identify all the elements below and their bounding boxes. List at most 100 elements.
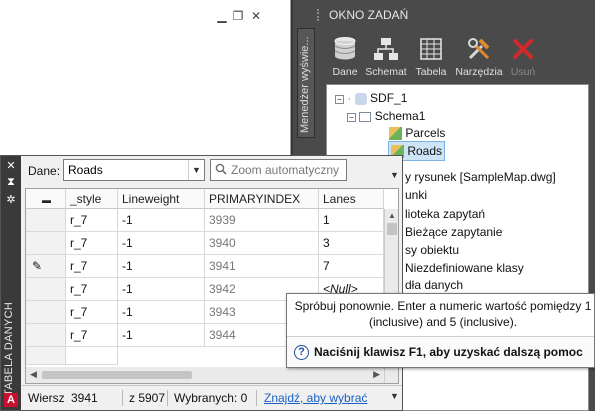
data-button-label: Dane (332, 66, 358, 78)
cell-style[interactable]: r_7 (66, 301, 118, 324)
cell-lanes[interactable]: 7 (319, 255, 384, 278)
find-to-select-link[interactable]: Znajdź, aby wybrać (264, 391, 367, 405)
tree-item-object-classes[interactable]: sy obiektu (405, 241, 459, 259)
cell-lineweight[interactable]: -1 (118, 278, 205, 301)
row-header[interactable] (26, 278, 66, 301)
tree-item-parcels[interactable]: Parcels (389, 124, 445, 142)
data-table-toolbar: Dane: Roads ▼ Zoom automatyczny ▼ (22, 156, 402, 186)
table-button[interactable]: Tabela (413, 36, 449, 78)
tree-item-drawing[interactable]: y rysunek [SampleMap.dwg] (405, 168, 556, 186)
cell-style[interactable]: r_7 (66, 255, 118, 278)
data-source-select[interactable]: Roads ▼ (63, 159, 205, 181)
tree-item-label: Schema1 (374, 109, 426, 123)
tree-item-label: dła danych (405, 278, 464, 292)
tree-item-undefined-classes[interactable]: Niezdefiniowane klasy (405, 259, 524, 277)
cell-lineweight[interactable]: -1 (118, 209, 205, 232)
search-icon (215, 163, 227, 175)
tree-item-links[interactable]: unki (405, 186, 427, 204)
data-source-value: Roads (68, 163, 103, 177)
tools-button-label: Narzędzia (455, 66, 503, 78)
grip-icon[interactable] (317, 9, 325, 21)
database-icon (334, 37, 356, 60)
close-icon[interactable]: ✕ (250, 10, 262, 22)
drawing-window: ▁ ❐ ✕ (0, 0, 291, 163)
data-button[interactable]: Dane (330, 36, 360, 78)
row-header[interactable] (26, 301, 66, 324)
cell-lineweight[interactable]: -1 (118, 232, 205, 255)
column-header-lanes[interactable]: Lanes (319, 189, 384, 209)
cell-lanes[interactable]: 3 (319, 232, 384, 255)
collapse-icon[interactable]: − (347, 113, 356, 122)
settings-icon[interactable]: ✲ (5, 194, 17, 206)
cell-lineweight[interactable]: -1 (118, 324, 205, 347)
scroll-thumb[interactable] (387, 223, 397, 235)
tree-item-sdf[interactable]: − · SDF_1 (335, 89, 407, 107)
horizontal-scrollbar[interactable]: ◀ ▶ (26, 367, 384, 383)
divider (122, 390, 123, 406)
scroll-right-icon[interactable]: ▶ (373, 369, 380, 380)
data-table-sidebar: ✕ ⧗ ✲ TABELA DANYCH A (1, 156, 21, 410)
schema-button-label: Schemat (365, 66, 407, 78)
row-number-input[interactable]: 3941 (71, 391, 98, 405)
collapse-icon[interactable]: − (335, 95, 344, 104)
tree-item-label: SDF_1 (370, 91, 408, 105)
autohide-icon[interactable]: ⧗ (5, 176, 17, 188)
cell-style[interactable]: r_7 (66, 324, 118, 347)
scroll-thumb[interactable] (42, 371, 192, 379)
help-icon: ? (294, 345, 309, 360)
cell-lineweight[interactable]: -1 (118, 255, 205, 278)
schema-icon (359, 111, 372, 122)
task-pane-title: OKNO ZADAŃ (315, 5, 595, 25)
table-button-label: Tabela (415, 66, 447, 78)
options-menu-icon[interactable]: ▼ (390, 170, 399, 180)
divider (167, 390, 168, 406)
schema-icon (374, 38, 398, 60)
tree-item-label: lioteka zapytań (405, 207, 486, 221)
row-header-column[interactable]: ▬ (26, 189, 66, 209)
cell-style[interactable]: r_7 (66, 278, 118, 301)
auto-zoom-toggle[interactable]: Zoom automatyczny (210, 159, 347, 181)
display-manager-tab[interactable]: Menedżer wyświe... (297, 28, 315, 138)
tooltip-help-footer: ? Naciśnij klawisz F1, aby uzyskać dalsz… (287, 336, 594, 367)
table-icon (420, 38, 442, 60)
chevron-down-icon[interactable]: ▼ (188, 160, 204, 180)
cell-lanes[interactable]: 1 (319, 209, 384, 232)
cell-style[interactable]: r_7 (66, 209, 118, 232)
restore-icon[interactable]: ❐ (232, 10, 244, 22)
task-pane-title-text: OKNO ZADAŃ (329, 8, 409, 22)
cell-primaryindex: 3939 (205, 209, 319, 232)
feature-class-icon (389, 127, 402, 141)
divider (256, 390, 257, 406)
row-header[interactable]: ✎ (26, 255, 66, 278)
column-header-lineweight[interactable]: Lineweight (118, 189, 205, 209)
column-header-primaryindex[interactable]: PRIMARYINDEX (205, 189, 319, 209)
tree-item-current-query[interactable]: Bieżące zapytanie (405, 223, 502, 241)
scroll-up-icon[interactable]: ▲ (388, 211, 396, 220)
tools-icon (468, 38, 490, 60)
tree-item-data-sources[interactable]: dła danych (405, 276, 463, 294)
tools-button[interactable]: Narzędzia (452, 36, 506, 78)
row-header[interactable] (26, 209, 66, 232)
tooltip-message: Spróbuj ponownie. Enter a numeric wartoś… (294, 299, 592, 329)
schema-button[interactable]: Schemat (364, 36, 408, 78)
column-header-style[interactable]: _style (66, 189, 118, 209)
delete-icon (513, 39, 533, 59)
close-icon[interactable]: ✕ (5, 160, 17, 172)
row-header[interactable] (26, 347, 66, 365)
row-label: Wiersz (28, 391, 65, 405)
row-total: z 5907 (129, 391, 166, 405)
row-header[interactable] (26, 232, 66, 255)
tree-item-query-library[interactable]: lioteka zapytań (405, 205, 485, 223)
minimize-icon[interactable]: ▁ (216, 10, 228, 22)
row-header[interactable] (26, 324, 66, 347)
cell-style[interactable] (66, 347, 118, 365)
delete-button[interactable]: Usuń (508, 36, 538, 78)
tree-item-schema[interactable]: − Schema1 (347, 107, 425, 125)
cell-style[interactable]: r_7 (66, 232, 118, 255)
tree-item-label: unki (405, 188, 428, 202)
scroll-left-icon[interactable]: ◀ (30, 369, 37, 380)
cell-primaryindex: 3940 (205, 232, 319, 255)
status-menu-icon[interactable]: ▼ (390, 391, 399, 401)
cell-lineweight[interactable]: -1 (118, 301, 205, 324)
auto-zoom-text: Zoom automatyczny (231, 163, 340, 177)
